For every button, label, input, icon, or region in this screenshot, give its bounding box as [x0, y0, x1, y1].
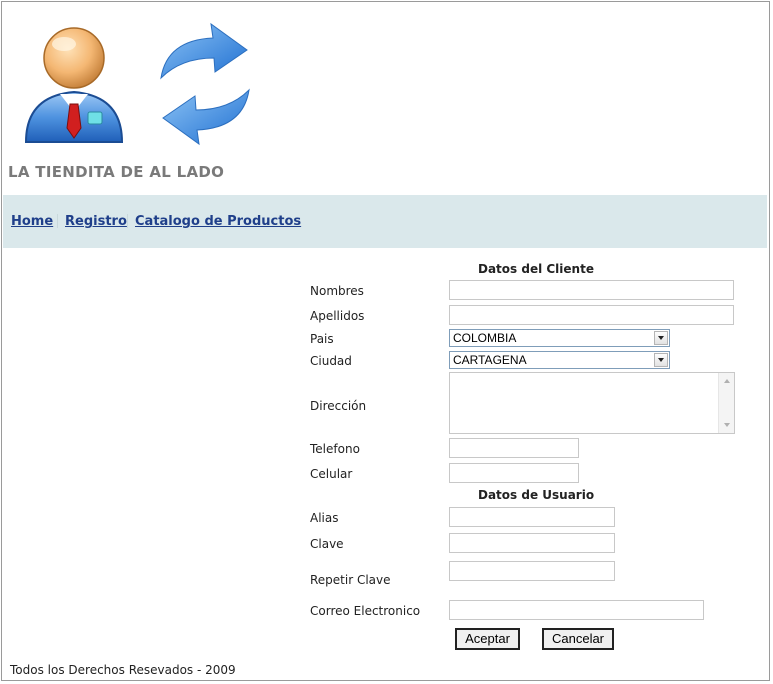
nombres-label: Nombres: [310, 284, 364, 298]
cancelar-button[interactable]: Cancelar: [542, 628, 614, 650]
direccion-textarea[interactable]: [449, 372, 735, 434]
telefono-label: Telefono: [310, 442, 360, 456]
client-section-title: Datos del Cliente: [478, 262, 594, 276]
chevron-down-icon[interactable]: [654, 331, 668, 345]
chevron-down-icon[interactable]: [654, 353, 668, 367]
ciudad-selected-value: CARTAGENA: [453, 353, 527, 367]
nav-home-link[interactable]: Home: [11, 214, 53, 229]
apellidos-label: Apellidos: [310, 309, 365, 323]
user-section-title: Datos de Usuario: [478, 488, 595, 502]
aceptar-button[interactable]: Aceptar: [455, 628, 520, 650]
alias-label: Alias: [310, 511, 339, 525]
celular-input[interactable]: [449, 463, 579, 483]
nav-separator: [57, 214, 58, 228]
correo-label: Correo Electronico: [310, 604, 421, 618]
direccion-label: Dirección: [310, 399, 367, 413]
nav-bar: Home Registro Catalogo de Productos: [3, 195, 767, 248]
alias-input[interactable]: [449, 507, 615, 527]
pais-select[interactable]: COLOMBIA: [449, 329, 670, 347]
user-avatar-icon: [24, 27, 124, 143]
textarea-scrollbar[interactable]: [718, 373, 734, 433]
repetir-clave-label: Repetir Clave: [310, 573, 391, 587]
telefono-input[interactable]: [449, 438, 579, 458]
clave-input[interactable]: [449, 533, 615, 553]
nav-catalogo-link[interactable]: Catalogo de Productos: [135, 214, 301, 229]
clave-label: Clave: [310, 537, 344, 551]
nombres-input[interactable]: [449, 280, 734, 300]
correo-input[interactable]: [449, 600, 704, 620]
ciudad-label: Ciudad: [310, 354, 352, 368]
pais-selected-value: COLOMBIA: [453, 331, 517, 345]
nav-registro-link[interactable]: Registro: [65, 214, 127, 229]
pais-label: Pais: [310, 332, 334, 346]
nav-separator: [127, 214, 128, 228]
repetir-clave-input[interactable]: [449, 561, 615, 581]
ciudad-select[interactable]: CARTAGENA: [449, 351, 670, 369]
apellidos-input[interactable]: [449, 305, 734, 325]
site-title: LA TIENDITA DE AL LADO: [8, 163, 225, 181]
refresh-arrows-icon: [160, 22, 250, 146]
scroll-down-icon[interactable]: [724, 423, 730, 427]
footer-text: Todos los Derechos Resevados - 2009: [10, 663, 236, 677]
scroll-up-icon[interactable]: [724, 379, 730, 383]
celular-label: Celular: [310, 467, 353, 481]
